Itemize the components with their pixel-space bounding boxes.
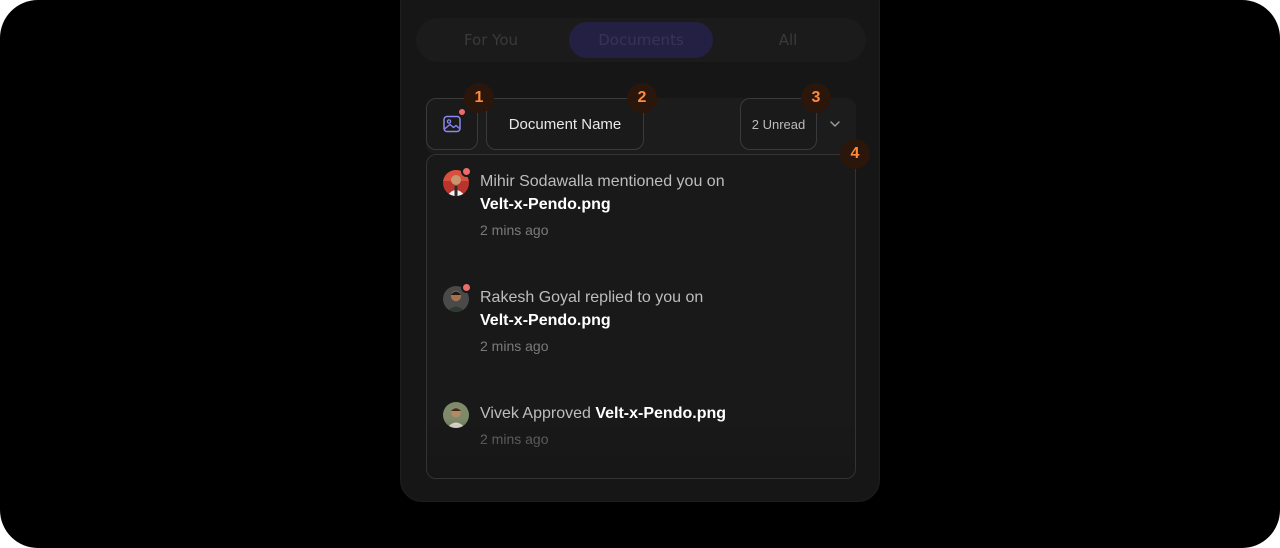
tab-documents[interactable]: Documents bbox=[569, 22, 713, 58]
file-link[interactable]: Velt-x-Pendo.png bbox=[480, 312, 611, 329]
unread-dot bbox=[461, 166, 472, 177]
notifications-panel: For You Documents All Document Name 2 Un… bbox=[400, 0, 880, 502]
avatar bbox=[443, 402, 469, 428]
notification-list: Mihir Sodawalla mentioned you on Velt-x-… bbox=[426, 154, 856, 479]
chevron-down-icon[interactable] bbox=[827, 116, 843, 132]
image-icon bbox=[442, 114, 462, 134]
step-marker-2: 2 bbox=[627, 83, 657, 113]
notification-message: Mihir Sodawalla mentioned you on Velt-x-… bbox=[480, 170, 840, 216]
notification-action: mentioned you on bbox=[592, 173, 725, 190]
unread-dot bbox=[461, 282, 472, 293]
list-item[interactable]: Vivek Approved Velt-x-Pendo.png 2 mins a… bbox=[443, 402, 843, 462]
notification-message: Rakesh Goyal replied to you on Velt-x-Pe… bbox=[480, 286, 840, 332]
list-item[interactable]: Mihir Sodawalla mentioned you on Velt-x-… bbox=[443, 166, 843, 250]
document-name-filter[interactable]: Document Name bbox=[486, 98, 644, 150]
step-marker-3: 3 bbox=[801, 83, 831, 113]
tab-for-you[interactable]: For You bbox=[419, 22, 563, 58]
notification-action: Approved bbox=[518, 405, 596, 422]
app-frame: For You Documents All Document Name 2 Un… bbox=[0, 0, 1280, 548]
unread-dot bbox=[457, 107, 467, 117]
tab-bar: For You Documents All bbox=[416, 18, 866, 62]
notification-action: replied to you on bbox=[580, 289, 704, 306]
actor-name: Mihir Sodawalla bbox=[480, 173, 593, 190]
tab-all[interactable]: All bbox=[716, 22, 860, 58]
step-marker-1: 1 bbox=[464, 83, 494, 113]
timestamp: 2 mins ago bbox=[480, 338, 549, 354]
step-marker-4: 4 bbox=[840, 139, 870, 169]
timestamp: 2 mins ago bbox=[480, 222, 549, 238]
notification-message: Vivek Approved Velt-x-Pendo.png bbox=[480, 402, 840, 425]
actor-name: Rakesh Goyal bbox=[480, 289, 581, 306]
list-item[interactable]: Rakesh Goyal replied to you on Velt-x-Pe… bbox=[443, 282, 843, 366]
timestamp: 2 mins ago bbox=[480, 431, 549, 447]
actor-name: Vivek bbox=[480, 405, 519, 422]
file-link[interactable]: Velt-x-Pendo.png bbox=[595, 405, 726, 422]
file-link[interactable]: Velt-x-Pendo.png bbox=[480, 196, 611, 213]
